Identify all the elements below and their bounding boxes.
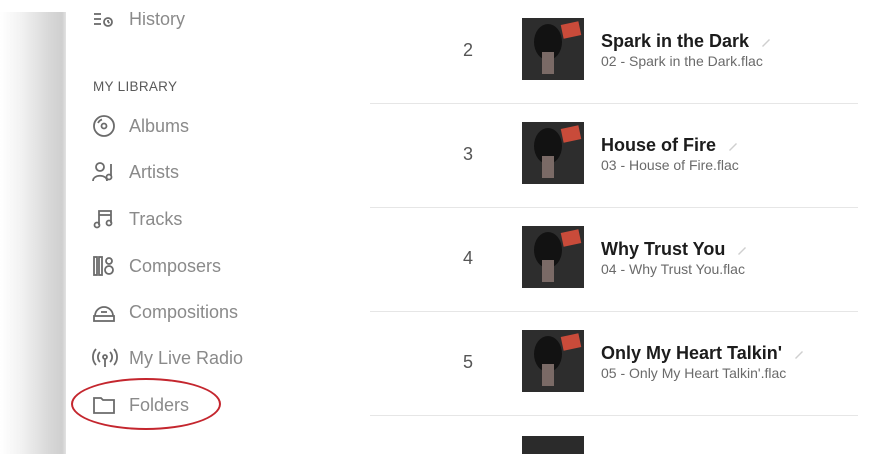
track-filename: 05 - Only My Heart Talkin'.flac [601, 365, 787, 381]
track-title: Why Trust You [601, 239, 748, 261]
window-shadow-edge [0, 0, 66, 454]
composer-icon [92, 254, 118, 278]
sidebar-item-albums[interactable]: Albums [92, 111, 189, 141]
sidebar-item-label: Composers [129, 255, 222, 276]
sidebar-item-label: Albums [129, 115, 190, 136]
track-filename: 03 - House of Fire.flac [601, 157, 739, 173]
edit-pencil-icon[interactable] [793, 344, 805, 365]
sidebar-item-composers[interactable]: Composers [92, 251, 221, 281]
music-note-icon [92, 207, 118, 231]
sidebar-item-compositions[interactable]: Compositions [92, 297, 238, 327]
album-art-thumbnail-partial [522, 436, 584, 454]
album-art-thumbnail [522, 330, 584, 392]
folder-icon [92, 393, 118, 417]
edit-pencil-icon[interactable] [760, 32, 772, 53]
track-title: House of Fire [601, 135, 739, 157]
artist-icon [92, 160, 118, 184]
sidebar: History MY LIBRARY Albums Artists Tracks… [66, 0, 370, 454]
track-title: Spark in the Dark [601, 31, 772, 53]
edit-pencil-icon[interactable] [736, 240, 748, 261]
track-row[interactable]: 3 House of Fire 03 - House of Fire.flac [370, 104, 858, 208]
sidebar-item-label: My Live Radio [129, 347, 244, 368]
sidebar-item-label: Compositions [129, 301, 239, 322]
row-divider [370, 415, 858, 416]
album-art-thumbnail [522, 18, 584, 80]
track-row[interactable]: 5 Only My Heart Talkin' 05 - Only My Hea… [370, 312, 858, 416]
radio-broadcast-icon [92, 346, 118, 370]
sidebar-item-label: Artists [129, 161, 180, 182]
track-title: Only My Heart Talkin' [601, 343, 805, 365]
sidebar-item-label: Tracks [129, 208, 183, 229]
track-row[interactable]: 4 Why Trust You 04 - Why Trust You.flac [370, 208, 858, 312]
track-number: 3 [462, 144, 473, 164]
composition-icon [92, 300, 118, 324]
track-number: 2 [462, 40, 473, 60]
sidebar-item-my-live-radio[interactable]: My Live Radio [92, 343, 243, 373]
section-title-my-library: MY LIBRARY [93, 79, 178, 94]
sidebar-item-tracks[interactable]: Tracks [92, 204, 182, 234]
album-disc-icon [92, 114, 118, 138]
album-art-thumbnail [522, 226, 584, 288]
track-filename: 02 - Spark in the Dark.flac [601, 53, 763, 69]
sidebar-item-folders[interactable]: Folders [92, 390, 189, 420]
track-number: 4 [462, 248, 473, 268]
album-art-thumbnail [522, 122, 584, 184]
track-filename: 04 - Why Trust You.flac [601, 261, 745, 277]
sidebar-item-label: Folders [129, 394, 190, 415]
track-row[interactable]: 2 Spark in the Dark 02 - Spark in the Da… [370, 0, 858, 104]
edit-pencil-icon[interactable] [727, 136, 739, 157]
sidebar-item-artists[interactable]: Artists [92, 157, 179, 187]
track-number: 5 [462, 352, 473, 372]
clipped-top-area [0, 0, 870, 12]
